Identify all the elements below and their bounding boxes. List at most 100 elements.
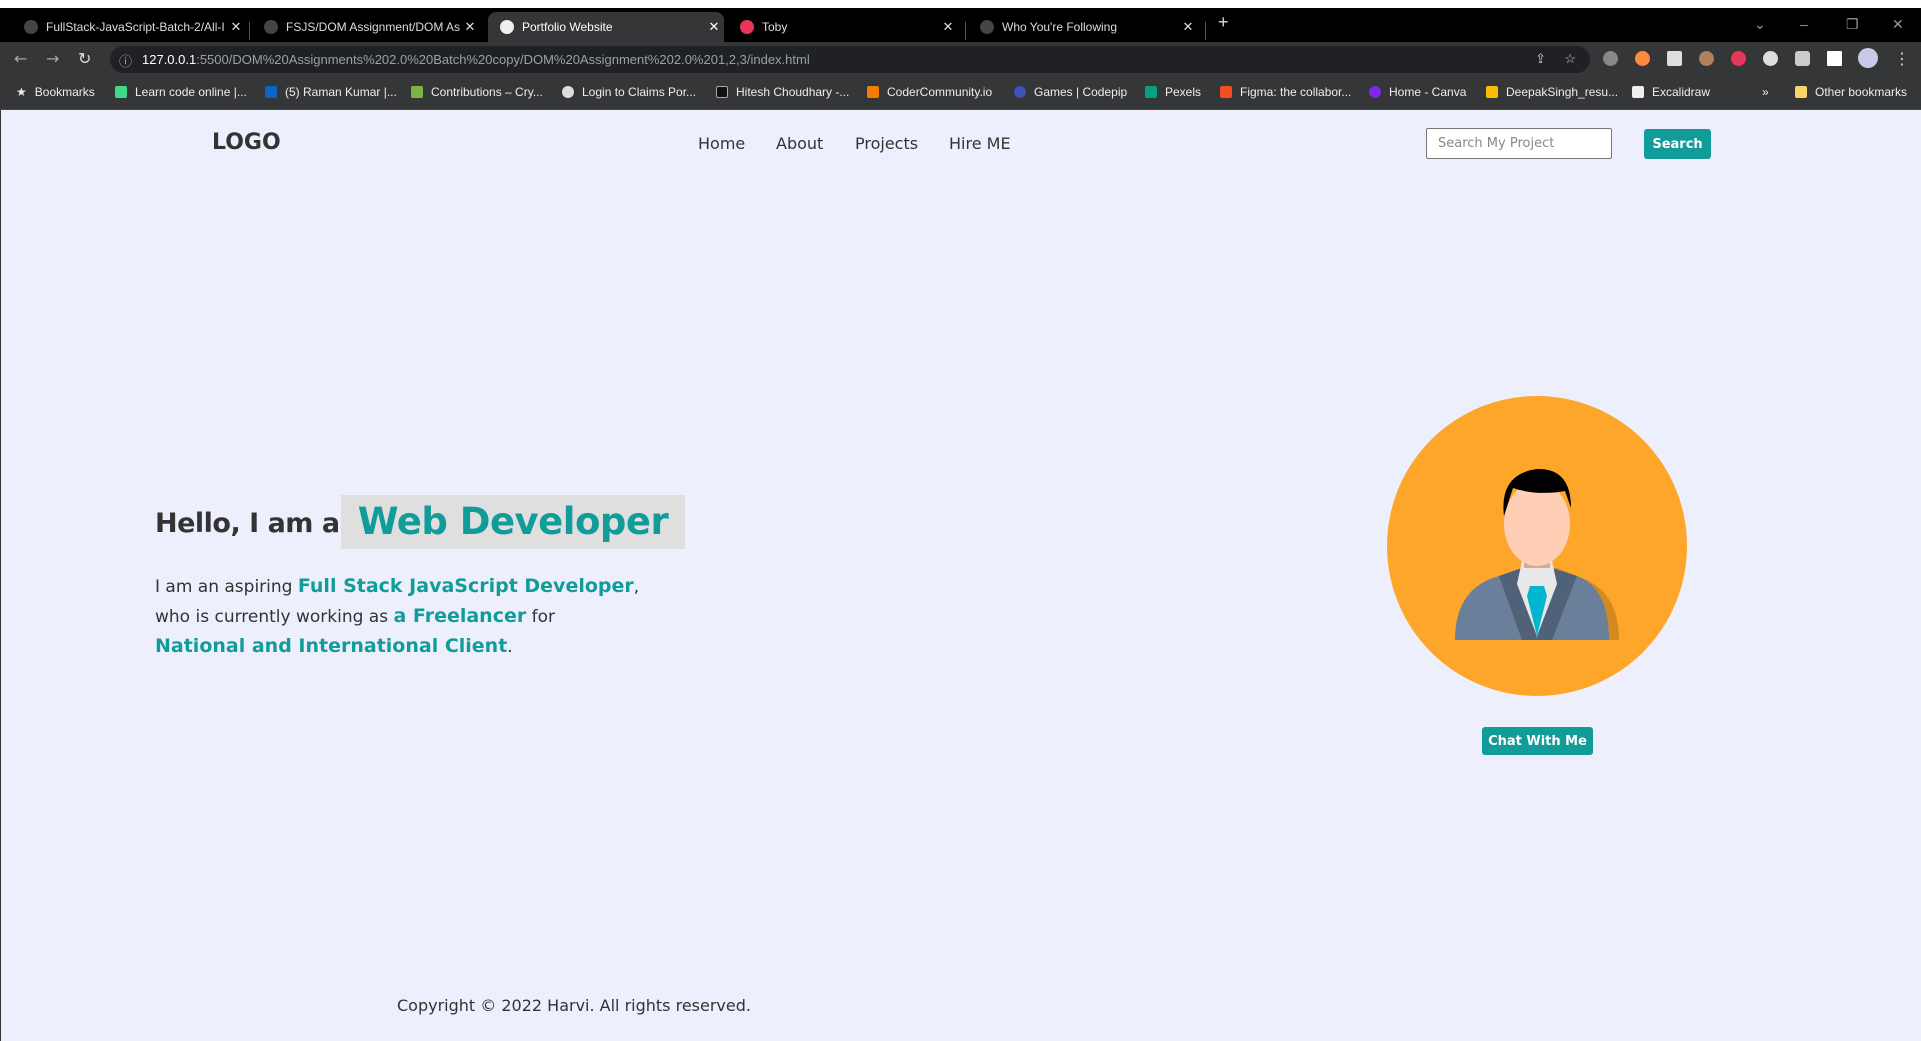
extension-picker-icon[interactable]	[1635, 51, 1650, 66]
logo[interactable]: LOGO	[212, 130, 281, 155]
close-tab-icon[interactable]: ✕	[460, 19, 480, 35]
extension-eyes-icon[interactable]	[1699, 51, 1714, 66]
close-tab-icon[interactable]: ✕	[226, 19, 246, 35]
tab-toby[interactable]: Toby ✕	[728, 12, 958, 42]
reload-icon[interactable]: ↻	[78, 49, 91, 68]
bookmark-item[interactable]: Home - Canva	[1369, 85, 1466, 99]
profile-avatar[interactable]	[1858, 48, 1878, 68]
bookmark-item[interactable]: Learn code online |...	[115, 85, 247, 99]
star-icon: ★	[16, 85, 27, 99]
nav-about[interactable]: About	[776, 134, 823, 153]
github-icon	[264, 20, 278, 34]
linkedin-icon	[265, 86, 277, 98]
bookmark-label: Figma: the collabor...	[1240, 85, 1352, 99]
bookmark-item[interactable]: Contributions – Cry...	[411, 85, 543, 99]
bookmark-label: Other bookmarks	[1815, 85, 1908, 99]
businessman-avatar-icon	[1455, 468, 1619, 640]
bookmark-item[interactable]: Figma: the collabor...	[1220, 85, 1351, 99]
url-path: :5500/DOM%20Assignments%202.0%20Batch%20…	[196, 52, 810, 67]
intro-highlight: National and International Client	[155, 635, 508, 657]
bookmark-item[interactable]: (5) Raman Kumar |...	[265, 85, 397, 99]
bookmark-favicon-icon	[411, 86, 423, 98]
tab-fullstack[interactable]: FullStack-JavaScript-Batch-2/All-I ✕	[12, 12, 246, 42]
bookmark-item[interactable]: Hitesh Choudhary -...	[716, 85, 849, 99]
portfolio-page: LOGO Home About Projects Hire ME Search …	[0, 110, 1921, 1041]
bookmark-label: (5) Raman Kumar |...	[285, 85, 397, 99]
menu-kebab-icon[interactable]: ⋮	[1894, 49, 1910, 68]
close-tab-icon[interactable]: ✕	[704, 19, 724, 35]
intro-highlight: a Freelancer	[393, 605, 527, 627]
extension-window-icon[interactable]	[1667, 51, 1682, 66]
excalidraw-icon	[1632, 86, 1644, 98]
intro-text: who is currently working as	[155, 607, 394, 627]
bookmark-item[interactable]: ★ Bookmarks	[16, 85, 95, 99]
bookmark-favicon-icon	[115, 86, 127, 98]
nav-home[interactable]: Home	[698, 134, 745, 153]
globe-icon	[500, 20, 514, 34]
close-window-button[interactable]: ✕	[1892, 16, 1904, 33]
intro-text: ,	[633, 577, 640, 597]
new-tab-button[interactable]: +	[1218, 12, 1229, 33]
bookmark-label: DeepakSingh_resu...	[1506, 85, 1619, 99]
figma-icon	[1220, 86, 1232, 98]
bookmark-label: Home - Canva	[1389, 85, 1467, 99]
search-input[interactable]	[1426, 128, 1612, 159]
restore-button[interactable]: ❐	[1846, 16, 1859, 33]
other-bookmarks[interactable]: Other bookmarks	[1795, 85, 1907, 99]
github-icon	[24, 20, 38, 34]
folder-icon	[1795, 86, 1807, 98]
github-icon	[980, 20, 994, 34]
info-icon[interactable]: ⓘ	[119, 51, 132, 70]
window-top-edge	[0, 0, 1921, 8]
tab-title: Portfolio Website	[522, 20, 613, 34]
tab-title: FSJS/DOM Assignment/DOM Ass	[286, 20, 460, 34]
bookmark-label: Learn code online |...	[135, 85, 247, 99]
back-icon[interactable]: ←	[14, 49, 27, 68]
share-icon[interactable]: ⇪	[1535, 51, 1546, 67]
close-tab-icon[interactable]: ✕	[938, 19, 958, 35]
bookmark-item[interactable]: Games | Codepip	[1014, 85, 1127, 99]
codepip-icon	[1014, 86, 1026, 98]
tab-title: Toby	[762, 20, 788, 34]
search-button[interactable]: Search	[1644, 129, 1711, 159]
bookmark-item[interactable]: CoderCommunity.io	[867, 85, 992, 99]
url-bar[interactable]: ⓘ 127.0.0.1:5500/DOM%20Assignments%202.0…	[110, 46, 1590, 73]
bookmarks-overflow-button[interactable]: »	[1762, 85, 1769, 99]
extension-pen-icon[interactable]	[1603, 51, 1618, 66]
bookmark-label: CoderCommunity.io	[887, 85, 993, 99]
extension-at-icon[interactable]	[1763, 51, 1778, 66]
nav-hire-me[interactable]: Hire ME	[949, 134, 1011, 153]
side-panel-icon[interactable]	[1827, 51, 1842, 66]
bookmark-favicon-icon	[716, 86, 728, 98]
tab-following[interactable]: Who You're Following ✕	[968, 12, 1198, 42]
globe-icon	[562, 86, 574, 98]
footer-copyright: Copyright © 2022 Harvi. All rights reser…	[397, 996, 751, 1015]
tab-title: FullStack-JavaScript-Batch-2/All-I	[46, 20, 225, 34]
tab-portfolio-website[interactable]: Portfolio Website ✕	[488, 12, 724, 42]
extensions-puzzle-icon[interactable]	[1795, 51, 1810, 66]
role-highlight: Web Developer	[341, 495, 685, 549]
tab-title: Who You're Following	[1002, 20, 1118, 34]
avatar	[1387, 396, 1687, 696]
tab-fsjs[interactable]: FSJS/DOM Assignment/DOM Ass ✕	[252, 12, 480, 42]
bookmark-label: Login to Claims Por...	[582, 85, 697, 99]
intro-paragraph: I am an aspiring Full Stack JavaScript D…	[155, 572, 639, 662]
bookmark-favicon-icon	[867, 86, 879, 98]
close-tab-icon[interactable]: ✕	[1178, 19, 1198, 35]
bookmark-item[interactable]: Login to Claims Por...	[562, 85, 696, 99]
tab-strip: FullStack-JavaScript-Batch-2/All-I ✕ FSJS…	[0, 8, 1921, 42]
forward-icon[interactable]: →	[46, 49, 59, 68]
intro-text: I am an aspiring	[155, 577, 298, 597]
google-drive-icon	[1486, 86, 1498, 98]
tab-search-icon[interactable]: ⌄	[1754, 16, 1766, 33]
nav-projects[interactable]: Projects	[855, 134, 918, 153]
bookmark-item[interactable]: Pexels	[1145, 85, 1201, 99]
toby-extension-icon[interactable]	[1731, 51, 1746, 66]
intro-highlight: Full Stack JavaScript Developer	[297, 575, 634, 597]
bookmark-item[interactable]: DeepakSingh_resu...	[1486, 85, 1618, 99]
bookmark-star-icon[interactable]: ☆	[1564, 51, 1576, 67]
chat-with-me-button[interactable]: Chat With Me	[1482, 727, 1593, 755]
minimize-button[interactable]: –	[1800, 16, 1808, 32]
overflow-chevron-icon: »	[1762, 85, 1769, 99]
bookmark-item[interactable]: Excalidraw	[1632, 85, 1710, 99]
